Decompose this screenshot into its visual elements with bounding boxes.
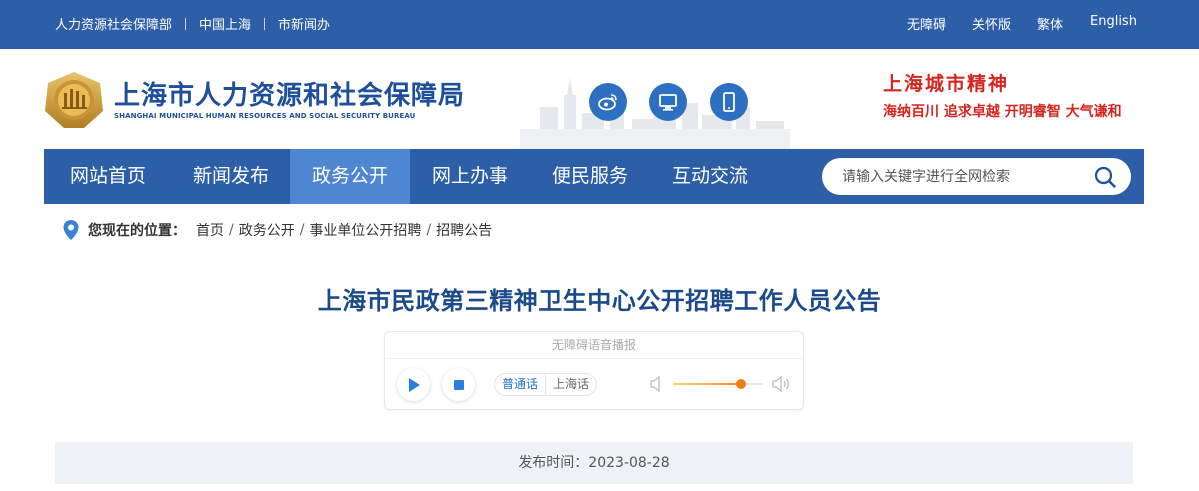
accessibility-link[interactable]: 无障碍 [907,14,946,33]
mobile-version-button[interactable] [710,83,748,121]
care-mode-link[interactable]: 关怀版 [972,14,1011,33]
weibo-icon [598,94,617,111]
site-header: 上海市人力资源和社会保障局 SHANGHAI MUNICIPAL HUMAN R… [0,49,1199,149]
volume-slider-handle[interactable] [735,379,746,389]
stop-button[interactable] [442,368,475,401]
publish-date: 发布时间：2023-08-28 [518,455,670,471]
breadcrumb-label: 您现在的位置： [88,223,186,239]
volume-slider-fill [673,383,741,385]
traditional-chinese-link[interactable]: 繁体 [1037,14,1063,33]
article-title: 上海市民政第三精神卫生中心公开招聘工作人员公告 [317,287,882,315]
player-progress-bar[interactable] [385,358,803,359]
breadcrumb-announcement[interactable]: 招聘公告 [436,220,492,240]
location-pin-icon [63,220,79,240]
bureau-emblem-logo [45,72,103,128]
nav-item-interaction[interactable]: 互动交流 [650,149,770,204]
stop-icon [453,379,464,390]
nav-item-government-affairs[interactable]: 政务公开 [290,149,410,204]
breadcrumb: 您现在的位置： 首页 / 政务公开 / 事业单位公开招聘 / 招聘公告 [62,218,492,242]
volume-low-icon[interactable] [650,376,664,392]
player-title: 无障碍语音播报 [551,338,636,352]
shanghainese-option[interactable]: 上海话 [546,374,596,395]
weibo-button[interactable] [589,83,627,121]
nav-item-home[interactable]: 网站首页 [44,149,172,204]
top-links: 人力资源社会保障部 中国上海 市新闻办 [55,14,330,33]
mobile-icon [723,92,735,112]
nav-item-public-services[interactable]: 便民服务 [530,149,650,204]
volume-slider[interactable] [673,379,763,389]
nav-item-online-services[interactable]: 网上办事 [410,149,530,204]
breadcrumb-home[interactable]: 首页 [196,220,224,240]
search-box [822,158,1131,195]
city-spirit-title: 上海城市精神 [883,73,1010,95]
divider [185,17,187,30]
divider [264,17,266,30]
publish-date-bar: 发布时间：2023-08-28 [55,442,1133,484]
top-link-news-office[interactable]: 市新闻办 [278,14,330,33]
accessibility-audio-player: 无障碍语音播报 普通话 上海话 [384,331,804,410]
nav-item-news[interactable]: 新闻发布 [172,149,290,204]
breadcrumb-separator: / [229,222,234,238]
search-icon[interactable] [1093,165,1117,189]
breadcrumb-recruitment[interactable]: 事业单位公开招聘 [309,220,421,240]
search-input[interactable] [842,158,1087,195]
desktop-version-button[interactable] [649,83,687,121]
english-link[interactable]: English [1090,14,1137,29]
top-link-china-shanghai[interactable]: 中国上海 [199,14,251,33]
city-spirit-words: 海纳百川 追求卓越 开明睿智 大气谦和 [883,104,1122,120]
breadcrumb-separator: / [299,222,305,238]
breadcrumb-separator: / [426,222,432,238]
top-bar: 人力资源社会保障部 中国上海 市新闻办 无障碍 关怀版 繁体 English [0,0,1199,49]
site-title-english: SHANGHAI MUNICIPAL HUMAN RESOURCES AND S… [114,112,416,120]
dialect-switch: 普通话 上海话 [494,373,598,396]
main-nav: 网站首页 新闻发布 政务公开 网上办事 便民服务 互动交流 [44,149,1144,204]
desktop-icon [659,94,677,111]
play-icon [408,377,420,392]
volume-high-icon[interactable] [772,376,790,392]
breadcrumb-government-affairs[interactable]: 政务公开 [239,220,295,240]
play-button[interactable] [397,368,430,401]
top-link-mohrss[interactable]: 人力资源社会保障部 [55,14,172,33]
mandarin-option[interactable]: 普通话 [495,374,547,395]
site-title[interactable]: 上海市人力资源和社会保障局 [114,75,465,112]
